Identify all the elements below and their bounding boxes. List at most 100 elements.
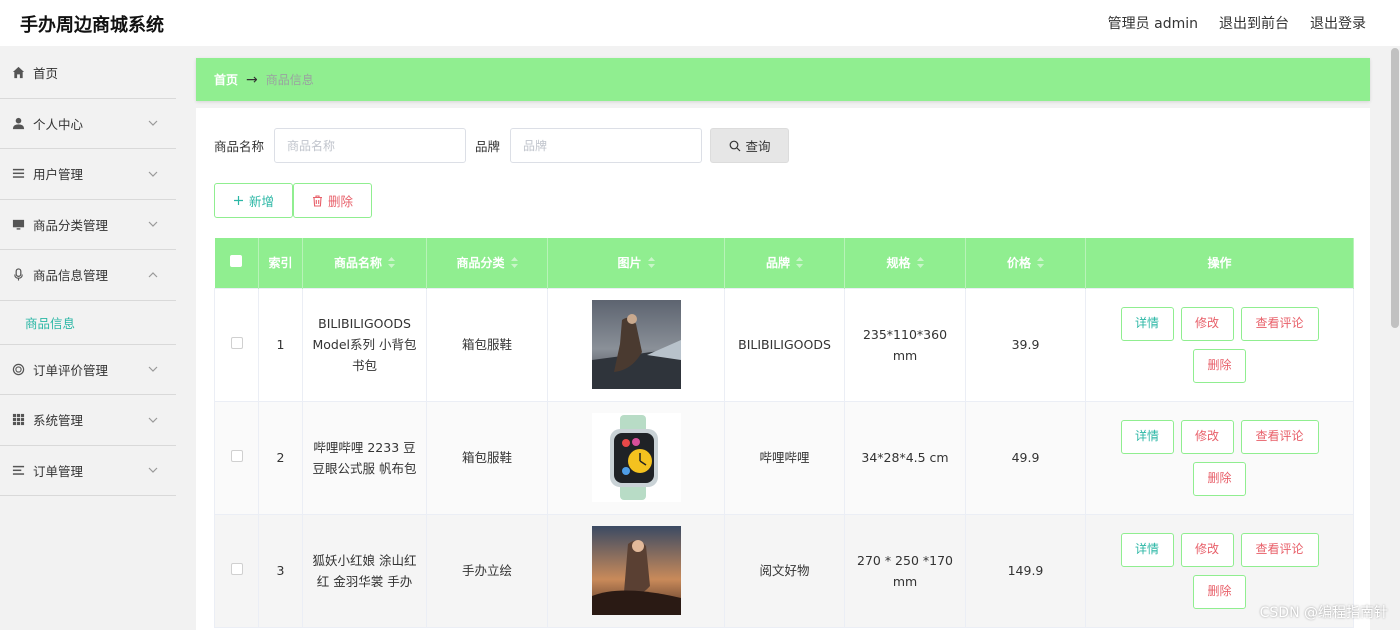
table-row: 2 哔哩哔哩 2233 豆豆眼公式服 帆布包 箱包服鞋 哔哩哔哩 34*28*4… xyxy=(214,400,1354,515)
logout-link[interactable]: 退出登录 xyxy=(1310,13,1366,33)
breadcrumb: 首页 → 商品信息 xyxy=(196,58,1370,101)
main-content: 首页 → 商品信息 商品名称 品牌 查询 新增 xyxy=(196,58,1370,630)
image-cell xyxy=(547,287,725,402)
grid-icon xyxy=(11,413,25,427)
brand-cell: BILIBILIGOODS xyxy=(724,287,845,402)
image-cell xyxy=(547,513,725,628)
content-panel: 商品名称 品牌 查询 新增 删除 xyxy=(196,108,1370,630)
category-cell: 箱包服鞋 xyxy=(426,287,548,402)
sort-icon[interactable] xyxy=(796,256,803,271)
row-checkbox[interactable] xyxy=(230,450,243,462)
add-button-label: 新增 xyxy=(248,194,274,209)
batch-delete-button[interactable]: 删除 xyxy=(293,183,372,218)
image-cell xyxy=(547,400,725,515)
sidebar-item-order-management[interactable]: 订单管理 xyxy=(0,446,176,496)
row-checkbox[interactable] xyxy=(230,563,243,575)
query-button[interactable]: 查询 xyxy=(710,128,790,163)
list-icon xyxy=(11,463,25,477)
breadcrumb-arrow-icon: → xyxy=(246,71,258,88)
home-icon xyxy=(11,66,25,80)
product-name-label: 商品名称 xyxy=(214,139,265,154)
sidebar-item-home[interactable]: 首页 xyxy=(0,48,176,99)
chevron-down-icon xyxy=(148,120,158,127)
delete-button[interactable]: 删除 xyxy=(1193,461,1246,496)
sidebar-item-product-info-management[interactable]: 商品信息管理 xyxy=(0,250,176,301)
table-row: 3 狐妖小红娘 涂山红红 金羽华裳 手办 手办立绘 阅文好物 270 * 250… xyxy=(214,513,1354,628)
delete-button[interactable]: 删除 xyxy=(1193,574,1246,609)
batch-delete-button-label: 删除 xyxy=(327,194,353,209)
table-header-row: 索引 商品名称 商品分类 图片 品牌 规格 价格 操作 xyxy=(214,238,1354,288)
chevron-down-icon xyxy=(148,467,158,474)
sidebar-item-category-management[interactable]: 商品分类管理 xyxy=(0,200,176,250)
view-reviews-button[interactable]: 查看评论 xyxy=(1240,532,1319,567)
microphone-icon xyxy=(11,268,25,282)
sort-icon[interactable] xyxy=(510,256,518,271)
brand-input[interactable] xyxy=(510,128,703,163)
product-name-cell: BILIBILIGOODS Model系列 小背包书包 xyxy=(302,287,427,402)
sidebar-item-label: 订单管理 xyxy=(33,463,84,479)
select-all-checkbox[interactable] xyxy=(230,255,243,268)
search-icon xyxy=(729,140,740,151)
delete-button[interactable]: 删除 xyxy=(1193,348,1246,383)
sidebar-item-label: 订单评价管理 xyxy=(33,362,109,378)
detail-button[interactable]: 详情 xyxy=(1120,306,1174,341)
row-select-cell xyxy=(214,287,259,402)
product-name-input[interactable] xyxy=(274,128,467,163)
column-header-brand[interactable]: 品牌 xyxy=(724,238,845,288)
sidebar: 首页 个人中心 用户管理 商品分类管理 商品信息管理 商品信息 订单评价管理 系… xyxy=(0,48,176,630)
view-reviews-button[interactable]: 查看评论 xyxy=(1240,306,1319,341)
column-header-image[interactable]: 图片 xyxy=(547,238,725,288)
spec-cell: 270 * 250 *170 mm xyxy=(844,513,966,628)
sidebar-subitem-product-info[interactable]: 商品信息 xyxy=(0,301,176,345)
sidebar-item-personal-center[interactable]: 个人中心 xyxy=(0,99,176,149)
sidebar-item-label: 商品信息管理 xyxy=(33,268,109,284)
brand-cell: 哔哩哔哩 xyxy=(724,400,845,515)
index-cell: 1 xyxy=(258,287,303,402)
product-table: 索引 商品名称 商品分类 图片 品牌 规格 价格 操作 1 BILIBILIGO… xyxy=(214,238,1354,628)
scrollbar-thumb[interactable] xyxy=(1391,48,1399,328)
detail-button[interactable]: 详情 xyxy=(1120,419,1174,454)
edit-button[interactable]: 修改 xyxy=(1180,306,1234,341)
product-image[interactable] xyxy=(591,526,681,615)
column-header-actions: 操作 xyxy=(1085,238,1354,288)
view-reviews-button[interactable]: 查看评论 xyxy=(1240,419,1319,454)
breadcrumb-home[interactable]: 首页 xyxy=(214,71,238,88)
list-icon xyxy=(11,167,25,181)
column-header-name[interactable]: 商品名称 xyxy=(302,238,427,288)
app-title: 手办周边商城系统 xyxy=(20,15,164,36)
edit-button[interactable]: 修改 xyxy=(1180,419,1234,454)
column-header-price[interactable]: 价格 xyxy=(965,238,1086,288)
sidebar-item-label: 个人中心 xyxy=(33,116,84,132)
watermark: CSDN @编程指南针 xyxy=(1259,605,1388,621)
sidebar-item-label: 首页 xyxy=(33,66,59,82)
product-image[interactable] xyxy=(591,413,681,502)
spec-cell: 34*28*4.5 cm xyxy=(844,400,966,515)
product-name-cell: 哔哩哔哩 2233 豆豆眼公式服 帆布包 xyxy=(302,400,427,515)
sidebar-item-label: 系统管理 xyxy=(33,413,84,429)
spec-cell: 235*110*360 mm xyxy=(844,287,966,402)
chevron-down-icon xyxy=(148,221,158,228)
trash-icon xyxy=(312,194,323,207)
column-header-spec[interactable]: 规格 xyxy=(844,238,966,288)
exit-to-front-link[interactable]: 退出到前台 xyxy=(1219,13,1289,33)
page-scrollbar[interactable] xyxy=(1390,46,1400,630)
sidebar-item-order-review-management[interactable]: 订单评价管理 xyxy=(0,345,176,395)
add-button[interactable]: 新增 xyxy=(214,183,293,218)
detail-button[interactable]: 详情 xyxy=(1120,532,1174,567)
product-image[interactable] xyxy=(591,300,681,389)
sort-icon[interactable] xyxy=(1037,256,1044,271)
admin-user-link[interactable]: 管理员 admin xyxy=(1108,13,1198,33)
chevron-up-icon xyxy=(148,271,158,278)
row-checkbox[interactable] xyxy=(230,337,243,349)
edit-button[interactable]: 修改 xyxy=(1180,532,1234,567)
sort-icon[interactable] xyxy=(388,256,395,271)
sort-icon[interactable] xyxy=(916,256,924,271)
category-cell: 手办立绘 xyxy=(426,513,548,628)
plus-icon xyxy=(233,195,244,206)
top-links: 管理员 admin 退出到前台 退出登录 xyxy=(1108,13,1366,33)
column-header-category[interactable]: 商品分类 xyxy=(426,238,548,288)
sidebar-item-user-management[interactable]: 用户管理 xyxy=(0,149,176,200)
sort-icon[interactable] xyxy=(647,256,655,271)
sidebar-item-system-management[interactable]: 系统管理 xyxy=(0,395,176,446)
index-cell: 3 xyxy=(258,513,303,628)
